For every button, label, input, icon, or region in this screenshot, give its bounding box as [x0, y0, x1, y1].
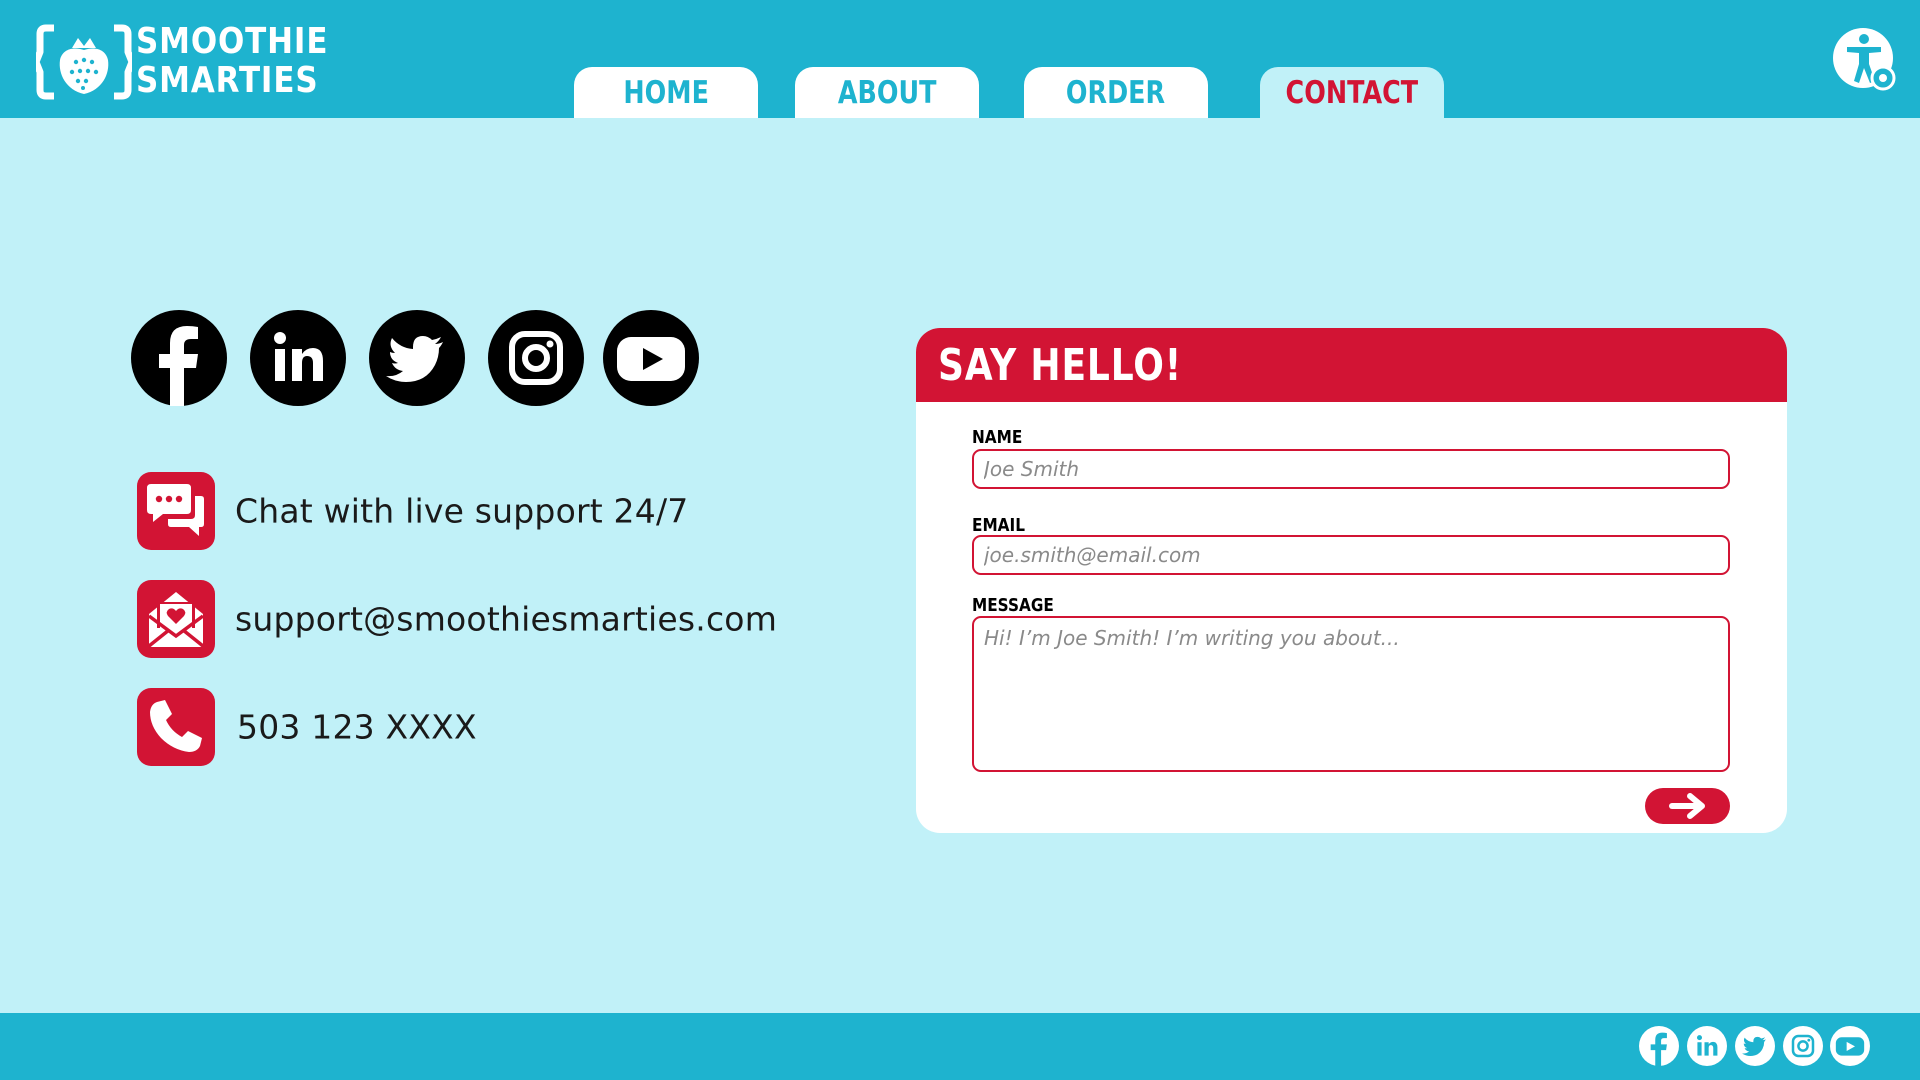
tab-order-label: ORDER — [1066, 74, 1166, 111]
chat-support-text: Chat with live support 24/7 — [235, 491, 689, 531]
strawberry-logo-icon — [36, 24, 132, 100]
contact-email[interactable]: support@smoothiesmarties.com — [137, 580, 837, 658]
envelope-heart-icon — [137, 580, 215, 658]
tab-home-label: HOME — [623, 74, 709, 111]
contact-phone[interactable]: 503 123 XXXX — [137, 688, 837, 766]
tab-about-label: ABOUT — [837, 74, 937, 111]
name-field[interactable] — [972, 449, 1730, 489]
message-label: MESSAGE — [972, 595, 1054, 616]
linkedin-icon[interactable] — [1687, 1026, 1727, 1066]
name-label: NAME — [972, 427, 1023, 448]
tab-about[interactable]: ABOUT — [795, 67, 979, 118]
linkedin-icon[interactable] — [250, 310, 346, 406]
email-field[interactable] — [972, 535, 1730, 575]
email-label: EMAIL — [972, 515, 1025, 536]
support-email-text: support@smoothiesmarties.com — [235, 599, 778, 639]
accessibility-settings-icon[interactable] — [1833, 26, 1897, 94]
form-header: SAY HELLO! — [916, 328, 1787, 402]
site-header: SMOOTHIE SMARTIES HOME ABOUT ORDER CONTA… — [0, 0, 1920, 118]
facebook-icon[interactable] — [131, 310, 227, 406]
youtube-icon[interactable] — [603, 310, 699, 406]
twitter-icon[interactable] — [369, 310, 465, 406]
instagram-icon[interactable] — [488, 310, 584, 406]
phone-number-text: 503 123 XXXX — [237, 707, 477, 747]
tab-order[interactable]: ORDER — [1024, 67, 1208, 118]
youtube-icon[interactable] — [1830, 1026, 1870, 1066]
submit-button[interactable] — [1645, 788, 1730, 824]
facebook-icon[interactable] — [1639, 1026, 1679, 1066]
tab-contact-label: CONTACT — [1285, 74, 1419, 111]
contact-form-card: SAY HELLO! NAME EMAIL MESSAGE — [916, 328, 1787, 833]
instagram-icon[interactable] — [1783, 1026, 1823, 1066]
brand-name: SMOOTHIE SMARTIES — [136, 22, 328, 100]
tab-contact[interactable]: CONTACT — [1260, 67, 1444, 118]
chat-bubbles-icon — [137, 472, 215, 550]
twitter-icon[interactable] — [1735, 1026, 1775, 1066]
brand-name-line1: SMOOTHIE — [136, 21, 329, 62]
phone-icon — [137, 688, 215, 766]
arrow-right-icon — [1669, 793, 1705, 819]
contact-chat[interactable]: Chat with live support 24/7 — [137, 472, 837, 550]
form-title: SAY HELLO! — [938, 340, 1183, 391]
message-field[interactable] — [972, 616, 1730, 772]
tab-home[interactable]: HOME — [574, 67, 758, 118]
site-footer — [0, 1013, 1920, 1080]
brand-name-line2: SMARTIES — [136, 60, 319, 101]
brand-logo[interactable]: SMOOTHIE SMARTIES — [36, 22, 336, 102]
